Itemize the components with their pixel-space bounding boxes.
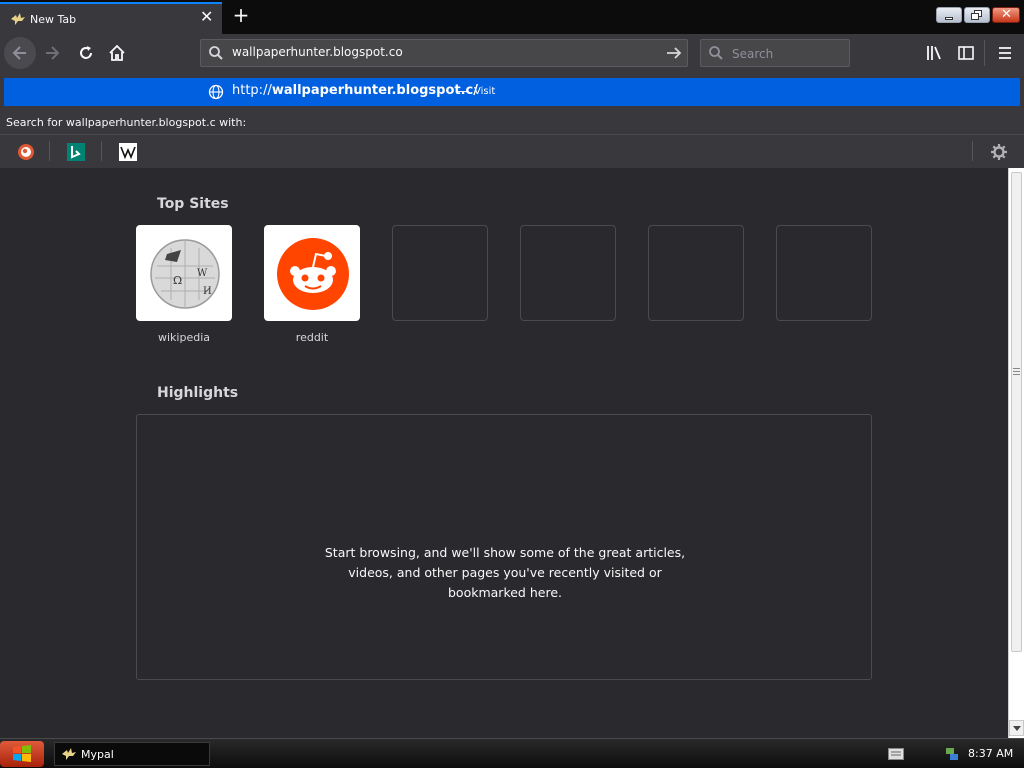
gear-icon[interactable] — [990, 143, 1008, 161]
home-button[interactable] — [107, 43, 127, 63]
duckduckgo-icon[interactable] — [17, 143, 35, 161]
taskbar-clock[interactable]: 8:37 AM — [968, 747, 1013, 760]
url-bar[interactable]: wallpaperhunter.blogspot.co — [200, 39, 688, 67]
search-bar[interactable]: Search — [700, 39, 850, 67]
highlights-empty-message: Start browsing, and we'll show some of t… — [324, 545, 686, 600]
go-arrow-icon[interactable] — [665, 45, 683, 61]
top-site-empty — [392, 225, 488, 321]
sidebar-icon[interactable] — [956, 43, 976, 63]
network-icon[interactable] — [944, 746, 960, 762]
windows-logo-icon — [13, 745, 31, 762]
suggestion-url: http://wallpaperhunter.blogspot.c/ — [232, 83, 478, 98]
search-with-label: Search for wallpaperhunter.blogspot.c wi… — [6, 116, 247, 129]
taskbar: Mypal 8:37 AM — [0, 738, 1024, 768]
bing-icon[interactable] — [67, 143, 85, 161]
back-button[interactable] — [4, 37, 36, 69]
svg-text:Ω: Ω — [173, 274, 182, 287]
restore-button[interactable] — [964, 7, 990, 23]
top-site-empty — [776, 225, 872, 321]
search-icon — [709, 46, 723, 60]
engine-divider — [101, 141, 102, 161]
top-site-reddit[interactable] — [264, 225, 360, 321]
reddit-icon — [277, 238, 349, 310]
search-icon — [209, 46, 223, 60]
close-window-button[interactable]: ✕ — [992, 7, 1020, 23]
wikipedia-icon[interactable] — [119, 143, 137, 161]
forward-button[interactable] — [42, 43, 62, 63]
svg-text:И: И — [203, 286, 212, 297]
close-tab-icon[interactable]: ✕ — [200, 9, 213, 25]
url-input[interactable]: wallpaperhunter.blogspot.co — [232, 45, 403, 59]
top-site-label: reddit — [295, 331, 329, 344]
arrow-left-icon — [12, 46, 26, 60]
new-tab-page: Top Sites Ω W И wikipedia reddit Highlig… — [0, 168, 1008, 738]
url-autocomplete-popup: http://wallpaperhunter.blogspot.c/ — Vis… — [0, 74, 1024, 168]
autocomplete-suggestion[interactable]: http://wallpaperhunter.blogspot.c/ — Vis… — [4, 78, 1020, 106]
search-engines-bar — [0, 134, 1024, 168]
search-input[interactable]: Search — [732, 47, 773, 61]
start-button[interactable] — [0, 741, 44, 767]
suggestion-dash: — — [456, 84, 468, 98]
navigation-toolbar: wallpaperhunter.blogspot.co Search — [0, 34, 1024, 74]
engine-divider — [972, 141, 973, 161]
scroll-grip-icon — [1013, 368, 1020, 369]
top-site-wikipedia[interactable]: Ω W И — [136, 225, 232, 321]
tab-title: New Tab — [30, 13, 77, 26]
reload-button[interactable] — [76, 43, 96, 63]
toolbar-divider — [984, 40, 985, 66]
minimize-button[interactable] — [936, 7, 962, 23]
highlights-title: Highlights — [157, 385, 239, 401]
mypal-favicon-icon — [11, 13, 25, 25]
tab-strip: New Tab ✕ + ✕ — [0, 0, 1024, 34]
mypal-icon — [62, 748, 76, 760]
top-site-empty — [520, 225, 616, 321]
page-scrollbar[interactable] — [1008, 168, 1024, 738]
taskbar-item-mypal[interactable]: Mypal — [54, 742, 210, 766]
suggestion-url-prefix: http:// — [232, 83, 272, 98]
tab-new-tab[interactable]: New Tab ✕ — [0, 2, 222, 34]
scrollbar-thumb[interactable] — [1011, 172, 1022, 652]
keyboard-icon[interactable] — [888, 748, 904, 760]
close-icon: ✕ — [1001, 7, 1012, 22]
scroll-down-button[interactable] — [1009, 720, 1024, 736]
new-tab-button[interactable]: + — [230, 4, 252, 26]
top-site-label: wikipedia — [157, 331, 210, 344]
menu-icon[interactable] — [995, 43, 1015, 63]
suggestion-action: Visit — [474, 86, 496, 97]
engine-divider — [49, 141, 50, 161]
globe-icon — [208, 84, 224, 100]
highlights-panel: Start browsing, and we'll show some of t… — [136, 414, 872, 680]
suggestion-url-host: wallpaperhunter.blogspot.c/ — [271, 83, 479, 98]
top-site-empty — [648, 225, 744, 321]
chevron-down-icon — [1013, 726, 1021, 731]
top-sites-title: Top Sites — [157, 196, 229, 212]
svg-text:W: W — [197, 268, 208, 279]
minimize-icon — [945, 17, 953, 20]
library-icon[interactable] — [924, 43, 944, 63]
taskbar-item-label: Mypal — [81, 748, 114, 761]
wikipedia-globe-icon: Ω W И — [150, 239, 220, 309]
